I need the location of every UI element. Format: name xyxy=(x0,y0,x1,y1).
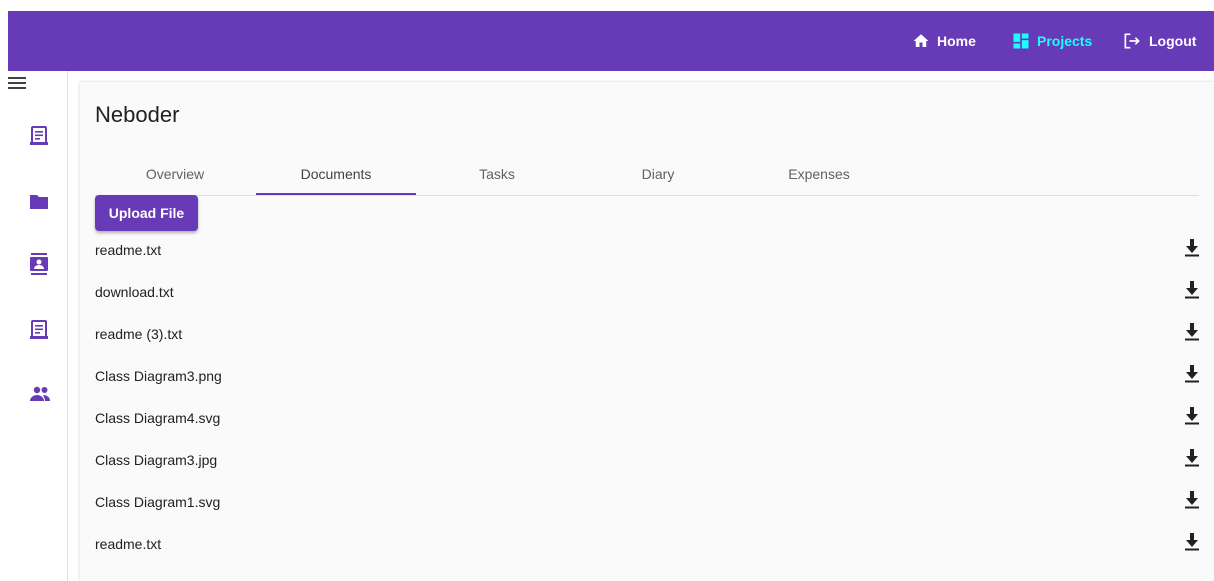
project-title: Neboder xyxy=(95,102,180,127)
file-row: readme.txt xyxy=(95,524,1199,566)
nav-home[interactable]: Home xyxy=(911,11,976,71)
download-icon[interactable] xyxy=(1185,449,1199,467)
download-icon[interactable] xyxy=(1185,407,1199,425)
nav-projects[interactable]: Projects xyxy=(1011,11,1092,71)
project-tabs: Overview Documents Tasks Diary Expenses xyxy=(95,154,1199,196)
project-panel: Neboder Overview Documents Tasks Diary E… xyxy=(80,82,1214,581)
group-icon[interactable] xyxy=(29,386,51,402)
file-row: Class Diagram4.svg xyxy=(95,398,1199,440)
nav-logout[interactable]: Logout xyxy=(1121,11,1196,71)
contact-card-icon[interactable] xyxy=(29,253,49,275)
file-name: Class Diagram4.svg xyxy=(95,410,221,426)
logout-icon xyxy=(1124,33,1140,49)
file-row: readme.txt xyxy=(95,230,1199,272)
download-icon[interactable] xyxy=(1185,323,1199,341)
file-name: Class Diagram1.svg xyxy=(95,494,221,510)
file-row: download.txt xyxy=(95,272,1199,314)
download-icon[interactable] xyxy=(1185,365,1199,383)
file-row: Class Diagram3.png xyxy=(95,356,1199,398)
file-row: Class Diagram1.svg xyxy=(95,482,1199,524)
tab-tasks[interactable]: Tasks xyxy=(417,154,577,194)
tab-diary[interactable]: Diary xyxy=(578,154,738,194)
file-name: readme.txt xyxy=(95,242,162,258)
download-icon[interactable] xyxy=(1185,281,1199,299)
download-icon[interactable] xyxy=(1185,491,1199,509)
dashboard-icon xyxy=(1013,33,1029,49)
menu-icon[interactable] xyxy=(8,76,26,90)
tab-expenses[interactable]: Expenses xyxy=(739,154,899,194)
file-row: Class Diagram3.jpg xyxy=(95,440,1199,482)
notes-icon[interactable] xyxy=(29,126,49,146)
file-name: readme (3).txt xyxy=(95,326,183,342)
download-icon[interactable] xyxy=(1185,533,1199,551)
nav-home-label: Home xyxy=(937,33,976,49)
nav-projects-label: Projects xyxy=(1037,33,1093,49)
file-name: readme.txt xyxy=(95,536,162,552)
folder-icon[interactable] xyxy=(29,192,49,210)
file-name: Class Diagram3.png xyxy=(95,368,222,384)
file-row: readme (3).txt xyxy=(95,314,1199,356)
top-app-bar: Home Projects Logout xyxy=(8,11,1214,71)
file-name: download.txt xyxy=(95,284,174,300)
tab-overview[interactable]: Overview xyxy=(95,154,255,194)
nav-logout-label: Logout xyxy=(1149,33,1197,49)
notes-icon[interactable] xyxy=(29,320,49,340)
download-icon[interactable] xyxy=(1185,239,1199,257)
tab-documents[interactable]: Documents xyxy=(256,154,416,195)
file-name: Class Diagram3.jpg xyxy=(95,452,218,468)
home-icon xyxy=(913,34,929,47)
upload-file-button[interactable]: Upload File xyxy=(95,195,198,231)
